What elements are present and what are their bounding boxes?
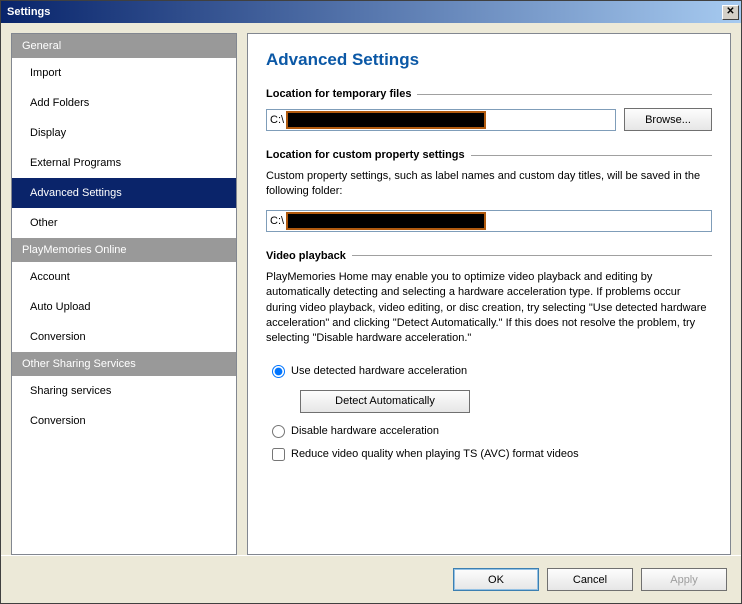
radio-use-detected-label: Use detected hardware acceleration bbox=[291, 365, 467, 377]
sidebar-item-conversion-pm[interactable]: Conversion bbox=[12, 322, 236, 352]
titlebar: Settings ✕ bbox=[1, 1, 741, 23]
sidebar-item-other[interactable]: Other bbox=[12, 208, 236, 238]
divider-line bbox=[471, 155, 712, 156]
content-panel: Advanced Settings Location for temporary… bbox=[247, 33, 731, 555]
apply-button[interactable]: Apply bbox=[641, 568, 727, 591]
checkbox-reduce-label: Reduce video quality when playing TS (AV… bbox=[291, 448, 579, 460]
sidebar-item-import[interactable]: Import bbox=[12, 58, 236, 88]
ok-button[interactable]: OK bbox=[453, 568, 539, 591]
sidebar-item-conversion-os[interactable]: Conversion bbox=[12, 406, 236, 436]
video-controls: Use detected hardware acceleration Detec… bbox=[266, 357, 712, 461]
custom-path-row: C:\ bbox=[266, 210, 712, 232]
sidebar-item-account[interactable]: Account bbox=[12, 262, 236, 292]
sidebar-item-sharing-services[interactable]: Sharing services bbox=[12, 376, 236, 406]
sidebar-item-external-programs[interactable]: External Programs bbox=[12, 148, 236, 178]
redacted-path bbox=[286, 111, 486, 129]
sidebar: General Import Add Folders Display Exter… bbox=[11, 33, 237, 555]
close-icon[interactable]: ✕ bbox=[722, 5, 739, 20]
custom-path-input[interactable]: C:\ bbox=[266, 210, 712, 232]
browse-button[interactable]: Browse... bbox=[624, 108, 712, 131]
temp-path-input[interactable]: C:\ bbox=[266, 109, 616, 131]
section-custom-props: Location for custom property settings Cu… bbox=[266, 149, 712, 232]
body: General Import Add Folders Display Exter… bbox=[1, 23, 741, 555]
detect-automatically-button[interactable]: Detect Automatically bbox=[300, 390, 470, 413]
radio-disable-input[interactable] bbox=[272, 425, 285, 438]
section-temp-files: Location for temporary files C:\ Browse.… bbox=[266, 88, 712, 131]
sidebar-header-playmemories: PlayMemories Online bbox=[12, 238, 236, 262]
video-desc: PlayMemories Home may enable you to opti… bbox=[266, 270, 712, 347]
radio-disable-label: Disable hardware acceleration bbox=[291, 425, 439, 437]
sidebar-item-advanced-settings[interactable]: Advanced Settings bbox=[12, 178, 236, 208]
cancel-button[interactable]: Cancel bbox=[547, 568, 633, 591]
temp-path-row: C:\ Browse... bbox=[266, 108, 712, 131]
custom-path-prefix: C:\ bbox=[270, 215, 286, 227]
section-title-custom: Location for custom property settings bbox=[266, 149, 465, 161]
sidebar-header-general: General bbox=[12, 34, 236, 58]
checkbox-reduce-input[interactable] bbox=[272, 448, 285, 461]
window-title: Settings bbox=[7, 6, 722, 18]
checkbox-reduce-quality[interactable]: Reduce video quality when playing TS (AV… bbox=[272, 448, 706, 461]
section-title-video: Video playback bbox=[266, 250, 346, 262]
redacted-path bbox=[286, 212, 486, 230]
section-title-temp: Location for temporary files bbox=[266, 88, 411, 100]
settings-window: Settings ✕ General Import Add Folders Di… bbox=[0, 0, 742, 604]
section-header: Location for custom property settings bbox=[266, 149, 712, 161]
temp-path-prefix: C:\ bbox=[270, 114, 286, 126]
radio-use-detected[interactable]: Use detected hardware acceleration bbox=[272, 365, 706, 378]
sidebar-item-auto-upload[interactable]: Auto Upload bbox=[12, 292, 236, 322]
section-header: Location for temporary files bbox=[266, 88, 712, 100]
sidebar-item-add-folders[interactable]: Add Folders bbox=[12, 88, 236, 118]
sidebar-item-display[interactable]: Display bbox=[12, 118, 236, 148]
page-title: Advanced Settings bbox=[266, 50, 712, 70]
custom-props-desc: Custom property settings, such as label … bbox=[266, 169, 712, 200]
sidebar-header-other-sharing: Other Sharing Services bbox=[12, 352, 236, 376]
divider-line bbox=[352, 255, 712, 256]
divider-line bbox=[417, 94, 712, 95]
section-video-playback: Video playback PlayMemories Home may ena… bbox=[266, 250, 712, 461]
section-header: Video playback bbox=[266, 250, 712, 262]
radio-disable[interactable]: Disable hardware acceleration bbox=[272, 425, 706, 438]
radio-use-detected-input[interactable] bbox=[272, 365, 285, 378]
footer: OK Cancel Apply bbox=[1, 555, 741, 603]
